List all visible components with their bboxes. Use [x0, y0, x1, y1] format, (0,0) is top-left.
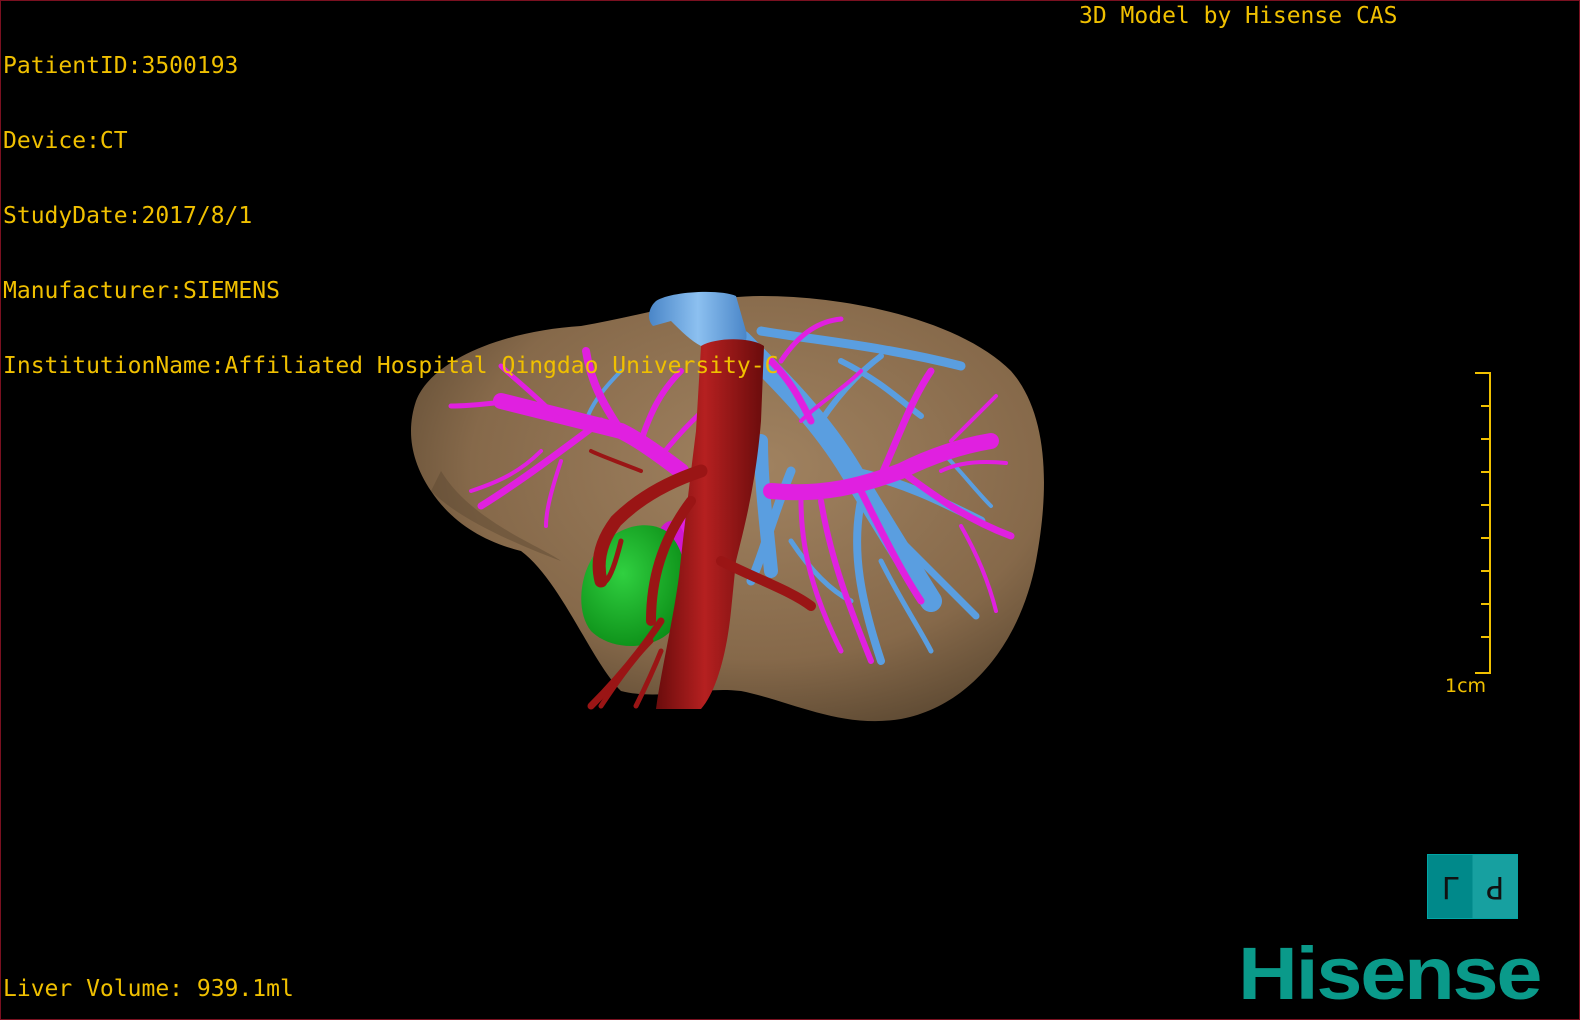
orientation-face-right: P	[1472, 855, 1517, 918]
3d-viewport[interactable]: PatientID:3500193 Device:CT StudyDate:20…	[0, 0, 1580, 1020]
device: Device:CT	[3, 128, 128, 154]
liver-volume: Liver Volume: 939.1ml	[3, 976, 294, 1002]
institution-name: InstitutionName:Affiliated Hospital Qing…	[3, 353, 779, 379]
patient-info-panel: PatientID:3500193 Device:CT StudyDate:20…	[3, 4, 778, 429]
model-credit: 3D Model by Hisense CAS	[1079, 3, 1398, 29]
manufacturer: Manufacturer:SIEMENS	[3, 278, 280, 304]
orientation-cube[interactable]: L P	[1427, 854, 1518, 919]
hisense-logo: Hisense	[1238, 932, 1542, 1015]
scale-bar	[1475, 372, 1491, 674]
patient-id: PatientID:3500193	[3, 53, 239, 79]
orientation-face-left: L	[1428, 855, 1473, 918]
scale-label: 1cm	[1445, 675, 1487, 697]
study-date: StudyDate:2017/8/1	[3, 203, 253, 229]
